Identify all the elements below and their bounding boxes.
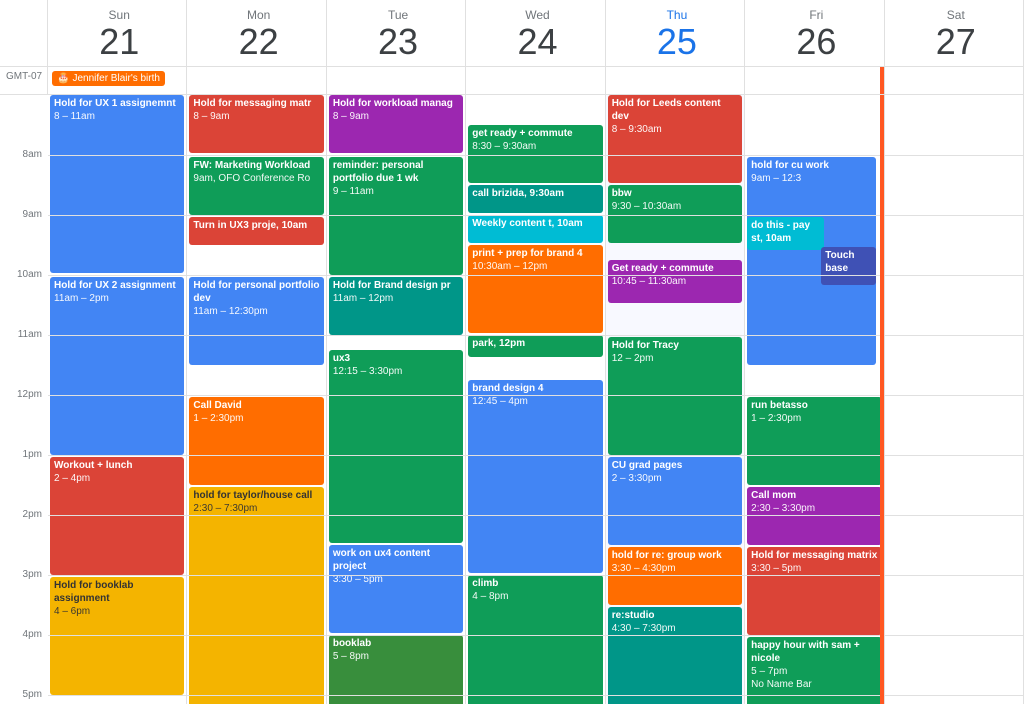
col-tue: Hold for workload manag 8 – 9am reminder… bbox=[327, 95, 466, 704]
time-column: 8am 9am 10am 11am 12pm 1pm 2pm 3pm 4pm 5… bbox=[0, 95, 48, 704]
event-fri-4[interactable]: Hold for messaging matrix 3:30 – 5pm bbox=[747, 547, 881, 635]
header-row: Sun 21 Mon 22 Tue 23 Wed 24 Thu 25 Fri 2… bbox=[0, 0, 1024, 67]
event-thu-3[interactable]: Get ready + commute 10:45 – 11:30am bbox=[608, 260, 742, 303]
event-tue-6[interactable]: booklab 5 – 8pm bbox=[329, 635, 463, 704]
col-thu: Hold for Leeds content dev 8 – 9:30am bb… bbox=[606, 95, 745, 704]
event-thu-2[interactable]: bbw 9:30 – 10:30am bbox=[608, 185, 742, 243]
time-10am: 10am bbox=[17, 269, 42, 280]
event-mon-1[interactable]: Hold for messaging matr 8 – 9am bbox=[189, 95, 323, 153]
event-mon-4[interactable]: Hold for personal portfolio dev 11am – 1… bbox=[189, 277, 323, 365]
col-sat bbox=[885, 95, 1024, 704]
event-thu-1[interactable]: Hold for Leeds content dev 8 – 9:30am bbox=[608, 95, 742, 183]
birthday-icon: 🎂 bbox=[57, 73, 69, 84]
grid-area: Hold for UX 1 assignemnt 8 – 11am Hold f… bbox=[48, 95, 1024, 704]
calendar-body: 8am 9am 10am 11am 12pm 1pm 2pm 3pm 4pm 5… bbox=[0, 95, 1024, 704]
allday-sat bbox=[885, 67, 1024, 94]
col-fri: hold for cu work 9am – 12:3 do this - pa… bbox=[745, 95, 884, 704]
time-11am: 11am bbox=[18, 329, 42, 340]
allday-wed bbox=[466, 67, 605, 94]
event-sun-3[interactable]: Workout + lunch 2 – 4pm bbox=[50, 457, 184, 575]
allday-mon bbox=[187, 67, 326, 94]
time-3pm: 3pm bbox=[23, 569, 42, 580]
event-sun-2[interactable]: Hold for UX 2 assignment 11am – 2pm bbox=[50, 277, 184, 455]
allday-thu bbox=[606, 67, 745, 94]
event-mon-2[interactable]: FW: Marketing Workload 9am, OFO Conferen… bbox=[189, 157, 323, 215]
event-sun-4[interactable]: Hold for booklab assignment 4 – 6pm bbox=[50, 577, 184, 695]
time-8am: 8am bbox=[23, 149, 42, 160]
fri-num: 26 bbox=[753, 22, 879, 62]
event-thu-7[interactable]: re:studio 4:30 – 7:30pm bbox=[608, 607, 742, 704]
time-12pm: 12pm bbox=[17, 389, 42, 400]
event-fri-2[interactable]: run betasso 1 – 2:30pm bbox=[747, 397, 881, 485]
event-wed-2[interactable]: call brizida, 9:30am bbox=[468, 185, 602, 213]
thu-label: Thu bbox=[614, 8, 740, 22]
birthday-text: Jennifer Blair's birth bbox=[72, 73, 160, 84]
event-tue-5[interactable]: work on ux4 content project 3:30 – 5pm bbox=[329, 545, 463, 633]
allday-row: GMT-07 🎂 Jennifer Blair's birth bbox=[0, 67, 1024, 95]
gmt-header bbox=[0, 0, 48, 66]
time-5pm: 5pm bbox=[23, 689, 42, 700]
event-wed-3[interactable]: Weekly content t, 10am bbox=[468, 215, 602, 243]
header-mon: Mon 22 bbox=[187, 0, 326, 66]
event-fri-touch[interactable]: do this - pay st, 10am bbox=[747, 217, 823, 250]
fri-label: Fri bbox=[753, 8, 879, 22]
event-wed-5[interactable]: park, 12pm bbox=[468, 335, 602, 357]
header-fri: Fri 26 bbox=[745, 0, 884, 66]
calendar-container: Sun 21 Mon 22 Tue 23 Wed 24 Thu 25 Fri 2… bbox=[0, 0, 1024, 704]
allday-fri bbox=[745, 67, 884, 94]
time-9am: 9am bbox=[23, 209, 42, 220]
event-mon-6[interactable]: hold for taylor/house call 2:30 – 7:30pm bbox=[189, 487, 323, 704]
time-4pm: 4pm bbox=[23, 629, 42, 640]
sun-label: Sun bbox=[56, 8, 182, 22]
event-mon-5[interactable]: Call David 1 – 2:30pm bbox=[189, 397, 323, 485]
today-accent bbox=[880, 67, 884, 94]
thu-num: 25 bbox=[614, 22, 740, 62]
event-tue-3[interactable]: Hold for Brand design pr 11am – 12pm bbox=[329, 277, 463, 335]
allday-sun: 🎂 Jennifer Blair's birth bbox=[48, 67, 187, 94]
col-mon: Hold for messaging matr 8 – 9am FW: Mark… bbox=[187, 95, 326, 704]
col-wed: get ready + commute 8:30 – 9:30am call b… bbox=[466, 95, 605, 704]
birthday-event[interactable]: 🎂 Jennifer Blair's birth bbox=[52, 71, 165, 86]
event-tue-1[interactable]: Hold for workload manag 8 – 9am bbox=[329, 95, 463, 153]
event-wed-4[interactable]: print + prep for brand 4 10:30am – 12pm bbox=[468, 245, 602, 333]
sun-num: 21 bbox=[56, 22, 182, 62]
wed-num: 24 bbox=[474, 22, 600, 62]
time-1pm: 1pm bbox=[23, 449, 42, 460]
sat-label: Sat bbox=[893, 8, 1019, 22]
gmt-label: GMT-07 bbox=[2, 69, 45, 82]
sat-num: 27 bbox=[893, 22, 1019, 62]
allday-label-cell: GMT-07 bbox=[0, 67, 48, 94]
event-fri-touchbase[interactable]: Touch base bbox=[821, 247, 875, 285]
col-sun: Hold for UX 1 assignemnt 8 – 11am Hold f… bbox=[48, 95, 187, 704]
wed-label: Wed bbox=[474, 8, 600, 22]
header-sun: Sun 21 bbox=[48, 0, 187, 66]
event-thu-5[interactable]: CU grad pages 2 – 3:30pm bbox=[608, 457, 742, 545]
header-sat: Sat 27 bbox=[885, 0, 1024, 66]
time-2pm: 2pm bbox=[23, 509, 42, 520]
header-wed: Wed 24 bbox=[466, 0, 605, 66]
header-thu: Thu 25 bbox=[606, 0, 745, 66]
fri-accent bbox=[880, 95, 884, 704]
event-wed-7[interactable]: climb 4 – 8pm bbox=[468, 575, 602, 704]
event-thu-4[interactable]: Hold for Tracy 12 – 2pm bbox=[608, 337, 742, 455]
tue-label: Tue bbox=[335, 8, 461, 22]
event-thu-6[interactable]: hold for re: group work 3:30 – 4:30pm bbox=[608, 547, 742, 605]
event-mon-3[interactable]: Turn in UX3 proje, 10am bbox=[189, 217, 323, 245]
mon-num: 22 bbox=[195, 22, 321, 62]
event-tue-2[interactable]: reminder: personal portfolio due 1 wk 9 … bbox=[329, 157, 463, 275]
event-fri-3[interactable]: Call mom 2:30 – 3:30pm bbox=[747, 487, 881, 545]
header-tue: Tue 23 bbox=[327, 0, 466, 66]
event-wed-6[interactable]: brand design 4 12:45 – 4pm bbox=[468, 380, 602, 573]
tue-num: 23 bbox=[335, 22, 461, 62]
event-sun-1[interactable]: Hold for UX 1 assignemnt 8 – 11am bbox=[50, 95, 184, 273]
allday-tue bbox=[327, 67, 466, 94]
event-wed-1[interactable]: get ready + commute 8:30 – 9:30am bbox=[468, 125, 602, 183]
mon-label: Mon bbox=[195, 8, 321, 22]
